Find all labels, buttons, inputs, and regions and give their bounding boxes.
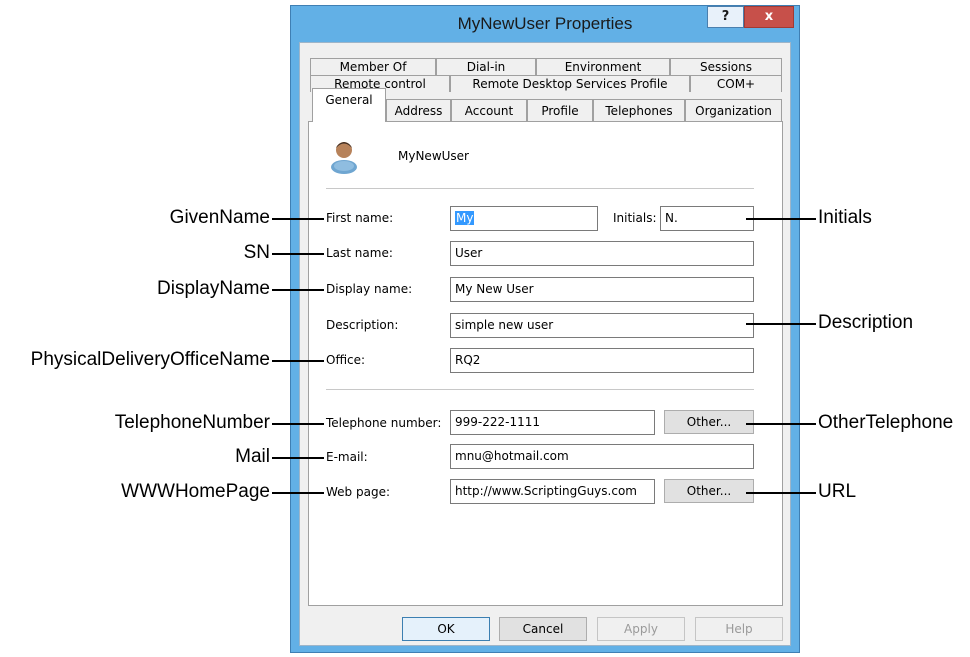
first-name-field[interactable]: My xyxy=(450,206,598,231)
tab-organization[interactable]: Organization xyxy=(685,99,782,121)
callout-physicaldeliveryofficename: PhysicalDeliveryOfficeName xyxy=(30,349,270,370)
callout-initials: Initials xyxy=(818,207,872,228)
other-telephone-button[interactable]: Other... xyxy=(664,410,754,434)
callout-line-url xyxy=(746,492,816,494)
web-page-field[interactable]: http://www.ScriptingGuys.com xyxy=(450,479,655,504)
tab-dial-in[interactable]: Dial-in xyxy=(436,58,536,75)
telephone-field[interactable]: 999-222-1111 xyxy=(450,410,655,435)
web-page-label: Web page: xyxy=(326,485,390,499)
office-field[interactable]: RQ2 xyxy=(450,348,754,373)
callout-line-givenname xyxy=(272,218,324,220)
last-name-label: Last name: xyxy=(326,246,393,260)
initials-field[interactable]: N. xyxy=(660,206,754,231)
callout-line-mail xyxy=(272,457,324,459)
other-web-page-button[interactable]: Other... xyxy=(664,479,754,503)
callout-line-wwwhomepage xyxy=(272,492,324,494)
callout-line-description xyxy=(746,323,816,325)
help-title-button[interactable]: ? xyxy=(707,6,744,28)
tab-com-plus[interactable]: COM+ xyxy=(690,75,782,92)
tab-remote-desktop-services-profile[interactable]: Remote Desktop Services Profile xyxy=(450,75,690,92)
callout-line-telephonenumber xyxy=(272,423,324,425)
callout-line-displayname xyxy=(272,289,324,291)
tab-general[interactable]: General xyxy=(312,88,386,122)
user-avatar-icon xyxy=(331,142,357,174)
callout-line-initials xyxy=(746,218,816,220)
tab-sessions[interactable]: Sessions xyxy=(670,58,782,75)
email-field[interactable]: mnu@hotmail.com xyxy=(450,444,754,469)
display-name-field[interactable]: My New User xyxy=(450,277,754,302)
tab-profile[interactable]: Profile xyxy=(527,99,593,121)
tab-account[interactable]: Account xyxy=(451,99,527,121)
divider-middle xyxy=(326,389,754,390)
initials-label: Initials: xyxy=(613,211,657,225)
display-name-label: Display name: xyxy=(326,282,413,296)
callout-description: Description xyxy=(818,312,914,333)
help-button[interactable]: Help xyxy=(695,617,783,641)
description-field[interactable]: simple new user xyxy=(450,313,754,338)
first-name-label: First name: xyxy=(326,211,394,225)
email-label: E-mail: xyxy=(326,450,368,464)
callout-line-sn xyxy=(272,253,324,255)
description-label: Description: xyxy=(326,318,399,332)
cancel-button[interactable]: Cancel xyxy=(499,617,587,641)
close-button[interactable]: x xyxy=(744,6,794,28)
apply-button[interactable]: Apply xyxy=(597,617,685,641)
tab-environment[interactable]: Environment xyxy=(536,58,670,75)
callout-url: URL xyxy=(818,481,857,502)
callout-line-office xyxy=(272,360,324,362)
ok-button[interactable]: OK xyxy=(402,617,490,641)
callout-displayname: DisplayName xyxy=(157,278,270,299)
callout-mail: Mail xyxy=(235,446,270,467)
callout-line-othertelephone xyxy=(746,423,816,425)
office-label: Office: xyxy=(326,353,366,367)
callout-telephonenumber: TelephoneNumber xyxy=(114,412,270,433)
tab-address[interactable]: Address xyxy=(386,99,451,121)
callout-sn: SN xyxy=(243,242,270,263)
callout-wwwhomepage: WWWHomePage xyxy=(121,481,270,502)
divider-top xyxy=(326,188,754,189)
callout-othertelephone: OtherTelephone xyxy=(818,412,954,433)
telephone-label: Telephone number: xyxy=(326,416,442,430)
callout-givenname: GivenName xyxy=(169,207,270,228)
tab-telephones[interactable]: Telephones xyxy=(593,99,685,121)
user-name-label: MyNewUser xyxy=(398,149,469,163)
last-name-field[interactable]: User xyxy=(450,241,754,266)
first-name-value: My xyxy=(455,211,475,225)
tab-member-of[interactable]: Member Of xyxy=(310,58,436,75)
